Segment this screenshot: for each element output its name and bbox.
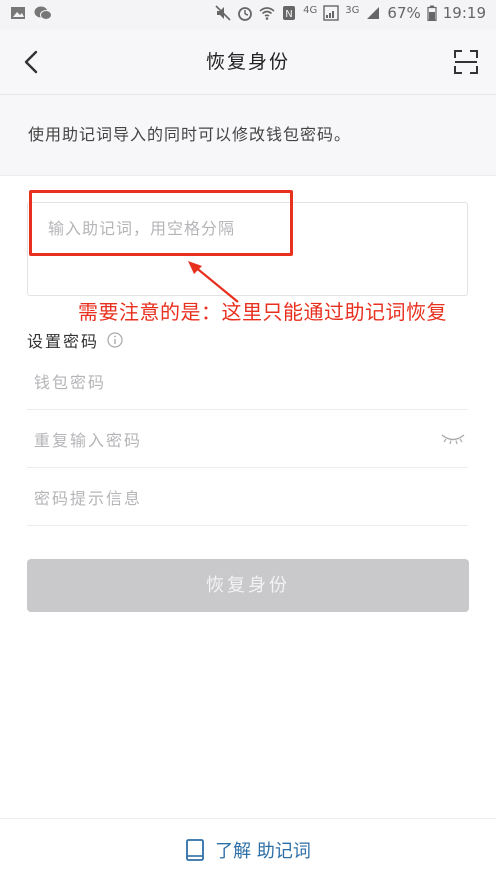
password-section-title: 设置密码 xyxy=(27,328,123,352)
description-area: 使用助记词导入的同时可以修改钱包密码。 xyxy=(0,95,496,176)
info-icon[interactable] xyxy=(107,332,123,348)
password-section-label: 设置密码 xyxy=(27,332,100,351)
network-3g-label: 3G xyxy=(345,4,360,16)
signal-icon xyxy=(323,5,339,21)
network-4g-label: 4G xyxy=(303,4,318,16)
wifi-icon xyxy=(259,7,275,20)
annotation-text: 需要注意的是：这里只能通过助记词恢复 xyxy=(78,300,447,324)
password-hint-input[interactable] xyxy=(32,484,416,512)
eye-closed-icon[interactable] xyxy=(440,432,466,446)
battery-percent: 67% xyxy=(387,4,421,22)
status-bar: N 4G 3G 67% 19:19 xyxy=(0,0,496,30)
mute-icon xyxy=(215,5,231,21)
restore-identity-button[interactable]: 恢复身份 xyxy=(27,559,469,612)
wallet-password-field[interactable] xyxy=(27,352,468,410)
book-icon xyxy=(186,839,205,861)
alarm-icon xyxy=(238,7,253,21)
status-time: 19:19 xyxy=(442,4,486,22)
wechat-icon xyxy=(34,6,52,20)
status-left xyxy=(10,5,52,21)
svg-text:N: N xyxy=(285,9,292,20)
repeat-password-field[interactable] xyxy=(27,410,468,468)
nav-bar: 恢复身份 xyxy=(0,30,496,95)
repeat-password-input[interactable] xyxy=(32,426,416,454)
learn-mnemonic-link[interactable]: 了解 助记词 xyxy=(0,837,496,863)
password-hint-field[interactable] xyxy=(27,468,468,526)
bottom-bar: 了解 助记词 xyxy=(0,818,496,883)
page-title: 恢复身份 xyxy=(205,51,290,73)
annotation-highlight-box xyxy=(29,190,293,256)
learn-mnemonic-label: 了解 助记词 xyxy=(215,841,311,862)
battery-icon xyxy=(427,5,437,21)
gallery-icon xyxy=(11,7,25,19)
description-text: 使用助记词导入的同时可以修改钱包密码。 xyxy=(28,125,352,144)
nfc-icon: N xyxy=(283,6,296,20)
status-right: N 4G 3G 67% 19:19 xyxy=(215,4,486,22)
scan-icon[interactable] xyxy=(452,48,480,76)
wallet-password-input[interactable] xyxy=(32,368,416,396)
signal-bars-icon xyxy=(367,7,380,19)
